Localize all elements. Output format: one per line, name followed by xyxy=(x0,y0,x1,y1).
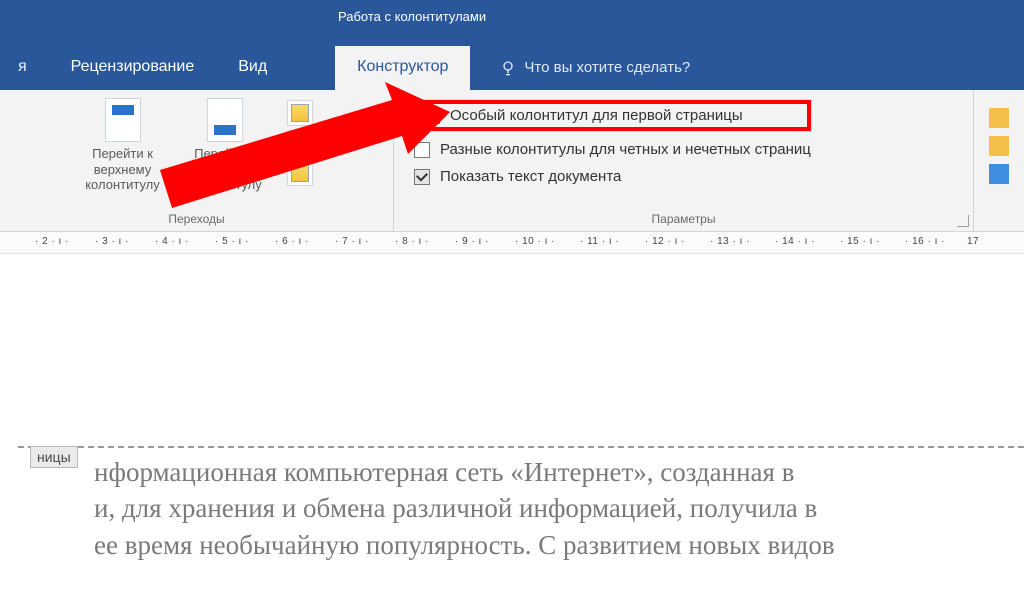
group-transitions-label: Переходы xyxy=(6,209,387,229)
tab-partial-left[interactable]: я xyxy=(18,46,49,90)
header-icon xyxy=(105,98,141,142)
group-parameters: Особый колонтитул для первой страницы Ра… xyxy=(394,90,974,231)
body-line-3: ее время необычайную популярность. С раз… xyxy=(94,527,994,563)
goto-header-button[interactable]: Перейти к верхнему колонтитулу xyxy=(75,94,171,193)
link-previous-button[interactable] xyxy=(287,160,313,186)
tab-review[interactable]: Рецензирование xyxy=(49,46,217,90)
insert-alignment-tab-button[interactable] xyxy=(989,164,1009,184)
body-line-1: нформационная компьютерная сеть «Интерне… xyxy=(94,454,994,490)
nav-small-buttons xyxy=(279,94,319,186)
goto-footer-label: Перейти к нижнему колонтитулу xyxy=(177,146,273,193)
header-boundary-line xyxy=(18,446,1024,448)
option-different-first-page[interactable]: Особый колонтитул для первой страницы xyxy=(414,100,811,131)
group-extras xyxy=(974,90,1024,231)
position-from-top-button[interactable] xyxy=(989,108,1009,128)
tab-view[interactable]: Вид xyxy=(216,46,289,90)
goto-header-label: Перейти к верхнему колонтитулу xyxy=(75,146,171,193)
position-from-bottom-button[interactable] xyxy=(989,136,1009,156)
option-show-document-text-label: Показать текст документа xyxy=(440,168,621,185)
option-different-first-page-label: Особый колонтитул для первой страницы xyxy=(450,107,743,124)
dialog-launcher-icon[interactable] xyxy=(957,215,969,227)
checkbox-icon xyxy=(414,169,430,185)
option-different-odd-even-label: Разные колонтитулы для четных и нечетных… xyxy=(440,141,811,158)
group-parameters-label: Параметры xyxy=(400,209,967,229)
footer-icon xyxy=(207,98,243,142)
prev-section-button[interactable] xyxy=(287,100,313,126)
lightbulb-icon xyxy=(500,60,516,76)
checkbox-icon xyxy=(414,142,430,158)
tell-me-search[interactable]: Что вы хотите сделать? xyxy=(470,59,704,90)
contextual-title: Работа с колонтитулами xyxy=(338,9,486,24)
tab-designer-active[interactable]: Конструктор xyxy=(335,46,470,90)
ribbon-panel: Перейти к верхнему колонтитулу Перейти к… xyxy=(0,90,1024,232)
option-show-document-text[interactable]: Показать текст документа xyxy=(414,168,811,185)
body-line-2: и, для хранения и обмена различной инфор… xyxy=(94,490,994,526)
goto-footer-button[interactable]: Перейти к нижнему колонтитулу xyxy=(177,94,273,193)
group-transitions: Перейти к верхнему колонтитулу Перейти к… xyxy=(0,90,394,231)
page[interactable]: ницы нформационная компьютерная сеть «Ин… xyxy=(18,302,1024,602)
horizontal-ruler[interactable]: · 2 · ı · · 3 · ı · · 4 · ı · · 5 · ı · … xyxy=(0,232,1024,254)
tell-me-label: Что вы хотите сделать? xyxy=(524,59,690,76)
header-tag[interactable]: ницы xyxy=(30,446,78,468)
ribbon-tabs: я Рецензирование Вид Конструктор Что вы … xyxy=(0,32,1024,90)
contextual-title-bar: Работа с колонтитулами xyxy=(0,0,1024,32)
checkbox-icon xyxy=(424,108,440,124)
option-different-odd-even[interactable]: Разные колонтитулы для четных и нечетных… xyxy=(414,141,811,158)
document-canvas: ницы нформационная компьютерная сеть «Ин… xyxy=(0,254,1024,602)
next-section-button[interactable] xyxy=(287,130,313,156)
